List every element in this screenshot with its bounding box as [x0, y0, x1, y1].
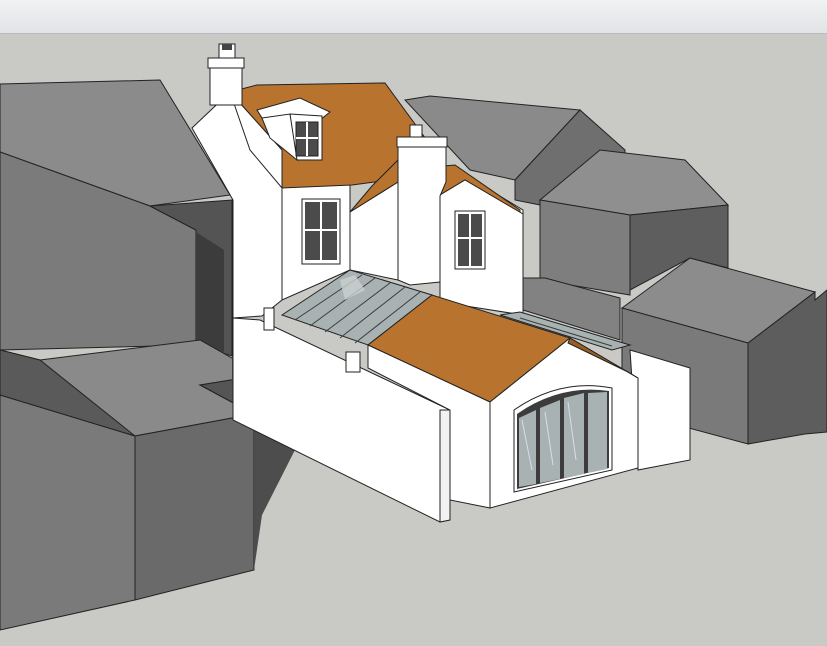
- model-canvas[interactable]: [0, 34, 827, 646]
- sketchup-window: [0, 0, 827, 646]
- toolbar-strip: [0, 0, 827, 34]
- chimney-right[interactable]: [396, 124, 448, 286]
- 3d-viewport[interactable]: [0, 34, 827, 646]
- window-rear-right[interactable]: [454, 210, 486, 270]
- window-rear-left[interactable]: [301, 198, 341, 265]
- small-door[interactable]: [345, 351, 361, 373]
- side-door[interactable]: [263, 307, 275, 331]
